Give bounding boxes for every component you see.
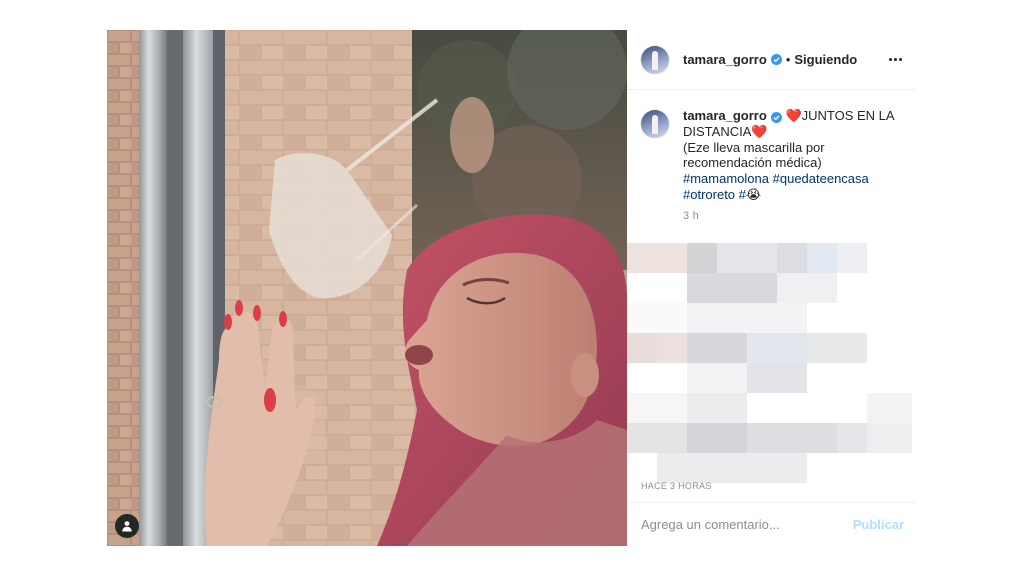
- caption-line-3: (Eze lleva mascarilla por: [683, 139, 825, 155]
- pixelated-comments: [627, 243, 916, 488]
- publish-button[interactable]: Publicar: [853, 517, 904, 532]
- hashtag-link[interactable]: #mamamolona: [683, 171, 769, 186]
- hashtag-link[interactable]: #: [739, 187, 746, 202]
- caption-timestamp: 3 h: [683, 209, 699, 222]
- post-photo[interactable]: [107, 30, 627, 546]
- caption-line-1: JUNTOS EN LA: [801, 108, 895, 123]
- user-tag-button[interactable]: [115, 514, 139, 538]
- caption-line-4: recomendación médica): [683, 155, 822, 171]
- posted-time-ago: HACE 3 HORAS: [641, 481, 712, 491]
- more-options-icon[interactable]: [887, 52, 904, 67]
- header-username[interactable]: tamara_gorro: [683, 52, 767, 67]
- crying-emoji: 😭: [745, 186, 762, 202]
- caption-username[interactable]: tamara_gorro: [683, 108, 767, 123]
- caption-avatar[interactable]: [641, 110, 669, 138]
- post-header: tamara_gorro • Siguiendo: [627, 30, 916, 90]
- photo-illustration: [107, 30, 627, 546]
- instagram-post: tamara_gorro • Siguiendo tamara_gorro ❤️…: [107, 30, 916, 546]
- hashtag-link[interactable]: #otroreto: [683, 187, 735, 202]
- hashtag-link[interactable]: #quedateencasa: [773, 171, 869, 186]
- heart-emoji-2: ❤️: [751, 123, 768, 139]
- user-tag-icon: [122, 521, 132, 532]
- following-button[interactable]: Siguiendo: [794, 52, 857, 67]
- comment-input[interactable]: [641, 517, 853, 532]
- verified-badge-icon: [770, 112, 782, 123]
- avatar[interactable]: [641, 45, 669, 74]
- post-sidebar: tamara_gorro • Siguiendo tamara_gorro ❤️…: [627, 30, 916, 546]
- comment-bar: Publicar: [627, 502, 916, 546]
- verified-badge-icon: [770, 54, 782, 65]
- post-caption: tamara_gorro ❤️JUNTOS EN LA DISTANCIA❤️ …: [627, 90, 916, 225]
- caption-line-2: DISTANCIA: [683, 123, 752, 139]
- separator-dot: •: [785, 52, 791, 67]
- heart-emoji: ❤️: [785, 108, 802, 123]
- caption-text: tamara_gorro ❤️JUNTOS EN LA DISTANCIA❤️ …: [683, 108, 898, 225]
